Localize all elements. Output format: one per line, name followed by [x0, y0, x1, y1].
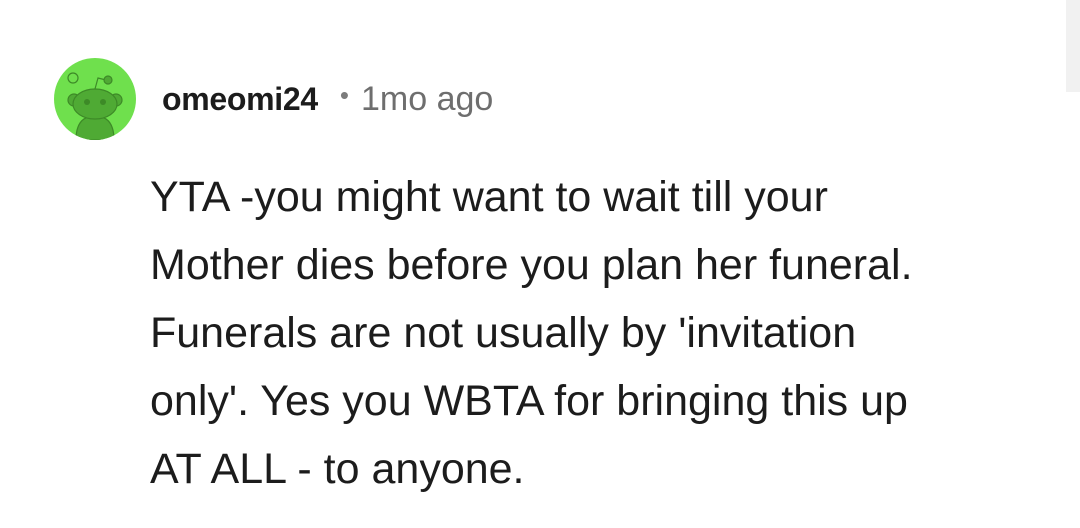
scrollbar[interactable]: [1066, 0, 1080, 92]
timestamp[interactable]: 1mo ago: [361, 80, 493, 119]
avatar[interactable]: [54, 58, 136, 140]
comment-header: omeomi24 • 1mo ago: [162, 76, 493, 122]
comment-line: only'. Yes you WBTA for bringing this up: [150, 377, 908, 425]
comment-line: Mother dies before you plan her funeral.: [150, 241, 913, 289]
comment-line: YTA -you might want to wait till your: [150, 173, 828, 221]
comment-line: AT ALL - to anyone.: [150, 445, 525, 493]
comment-body: YTA -you might want to wait till your Mo…: [150, 163, 1050, 503]
reddit-snoo-icon: [54, 58, 136, 140]
comment-line: Funerals are not usually by 'invitation: [150, 309, 857, 357]
username[interactable]: omeomi24: [162, 81, 318, 118]
separator-dot: •: [339, 79, 349, 110]
